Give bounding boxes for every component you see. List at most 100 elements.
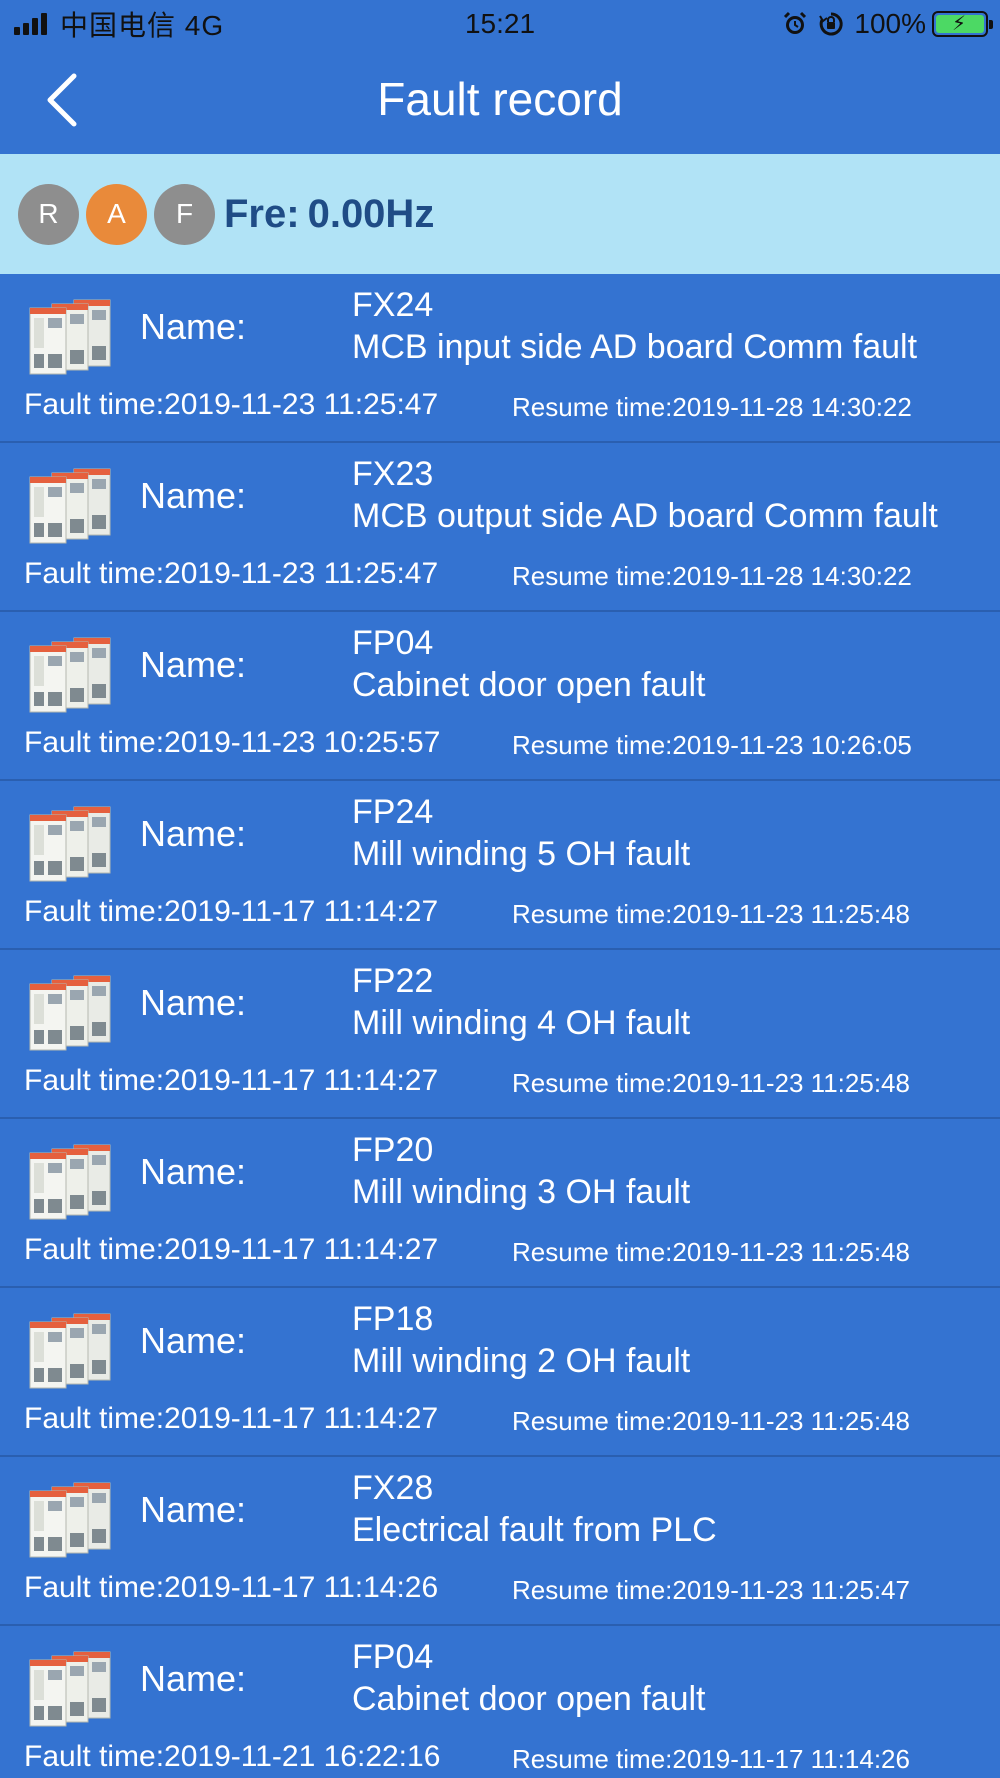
- resume-time: Resume time:2019-11-23 11:25:48: [512, 1068, 910, 1099]
- indicator-f: F: [154, 183, 215, 245]
- resume-time-value: 2019-11-28 14:30:22: [672, 392, 912, 422]
- fault-time: Fault time:2019-11-17 11:14:26: [24, 1571, 438, 1605]
- resume-time: Resume time:2019-11-23 11:25:47: [512, 1575, 910, 1606]
- frequency-label: Fre:: [224, 191, 300, 236]
- fault-time: Fault time:2019-11-17 11:14:27: [24, 1402, 438, 1436]
- fault-time: Fault time:2019-11-23 10:25:57: [24, 726, 440, 760]
- fault-list-item[interactable]: Name: FP20 Mill winding 3 OH fault Fault…: [0, 1119, 1000, 1288]
- fault-time: Fault time:2019-11-17 11:14:27: [24, 1064, 438, 1098]
- fault-time: Fault time:2019-11-23 11:25:47: [24, 557, 438, 591]
- name-label: Name:: [140, 1151, 247, 1192]
- fault-time-label: Fault time:: [24, 1233, 165, 1266]
- fault-code: FX23: [352, 455, 434, 493]
- fault-time-value: 2019-11-17 11:14:26: [164, 1571, 439, 1604]
- name-label: Name:: [140, 813, 247, 854]
- name-label: Name:: [140, 475, 247, 516]
- inverter-cabinet-icon: [29, 806, 111, 882]
- fault-time: Fault time:2019-11-21 16:22:16: [24, 1740, 440, 1774]
- resume-time: Resume time:2019-11-23 11:25:48: [512, 1406, 910, 1437]
- fault-code: FP04: [352, 624, 434, 662]
- fault-time-value: 2019-11-23 10:25:57: [164, 726, 441, 759]
- fault-description: Electrical fault from PLC: [352, 1511, 717, 1549]
- resume-time: Resume time:2019-11-28 14:30:22: [512, 561, 912, 592]
- fault-time: Fault time:2019-11-17 11:14:27: [24, 1233, 438, 1267]
- name-label: Name:: [140, 982, 247, 1023]
- resume-time: Resume time:2019-11-23 11:25:48: [512, 1237, 910, 1268]
- fault-time-value: 2019-11-17 11:14:27: [164, 1233, 439, 1266]
- indicator-a: A: [86, 183, 147, 245]
- inverter-cabinet-icon: [29, 1313, 111, 1389]
- battery-percent: 100%: [854, 8, 926, 39]
- fault-description: Cabinet door open fault: [352, 666, 706, 704]
- resume-time-label: Resume time:: [512, 1575, 673, 1605]
- fault-list-item[interactable]: Name: FP24 Mill winding 5 OH fault Fault…: [0, 781, 1000, 950]
- resume-time: Resume time:2019-11-23 11:25:48: [512, 899, 910, 930]
- fault-description: Mill winding 5 OH fault: [352, 835, 691, 873]
- fault-time-value: 2019-11-23 11:25:47: [164, 557, 439, 590]
- fault-list-item[interactable]: Name: FP18 Mill winding 2 OH fault Fault…: [0, 1288, 1000, 1457]
- name-label: Name:: [140, 1658, 247, 1699]
- inverter-cabinet-icon: [29, 975, 111, 1051]
- fault-list-item[interactable]: Name: FX23 MCB output side AD board Comm…: [0, 443, 1000, 612]
- resume-time: Resume time:2019-11-23 10:26:05: [512, 730, 912, 761]
- fault-description: Mill winding 4 OH fault: [352, 1004, 691, 1042]
- nav-bar: Fault record: [0, 48, 1000, 154]
- inverter-cabinet-icon: [29, 299, 111, 375]
- fault-time-label: Fault time:: [24, 1740, 165, 1773]
- fault-description: Mill winding 3 OH fault: [352, 1173, 691, 1211]
- resume-time: Resume time:2019-11-28 14:30:22: [512, 392, 912, 423]
- status-right: 100% ⚡: [782, 8, 993, 40]
- inverter-cabinet-icon: [29, 468, 111, 544]
- resume-time-value: 2019-11-23 11:25:48: [672, 1237, 910, 1267]
- fault-list-item[interactable]: Name: FP04 Cabinet door open fault Fault…: [0, 1626, 1000, 1778]
- fault-time: Fault time:2019-11-23 11:25:47: [24, 388, 438, 422]
- resume-time: Resume time:2019-11-17 11:14:26: [512, 1744, 910, 1775]
- fault-description: Cabinet door open fault: [352, 1680, 706, 1718]
- fault-code: FP04: [352, 1638, 434, 1676]
- resume-time-value: 2019-11-23 11:25:48: [672, 1068, 910, 1098]
- resume-time-label: Resume time:: [512, 1237, 673, 1267]
- resume-time-value: 2019-11-23 10:26:05: [672, 730, 912, 760]
- fault-list-item[interactable]: Name: FX28 Electrical fault from PLC Fau…: [0, 1457, 1000, 1626]
- fault-code: FP22: [352, 962, 434, 1000]
- resume-time-value: 2019-11-17 11:14:26: [672, 1744, 910, 1774]
- fault-code: FP24: [352, 793, 434, 831]
- fault-time-value: 2019-11-17 11:14:27: [164, 1402, 439, 1435]
- name-label: Name:: [140, 306, 247, 347]
- inverter-cabinet-icon: [29, 637, 111, 713]
- fault-time: Fault time:2019-11-17 11:14:27: [24, 895, 438, 929]
- name-label: Name:: [140, 1489, 247, 1530]
- resume-time-label: Resume time:: [512, 899, 673, 929]
- alarm-icon: [784, 11, 807, 34]
- battery-charging-icon: ⚡: [932, 11, 993, 37]
- resume-time-label: Resume time:: [512, 730, 673, 760]
- fault-time-label: Fault time:: [24, 1064, 165, 1097]
- page-title: Fault record: [377, 73, 623, 125]
- rotation-lock-icon: [819, 12, 844, 36]
- fault-time-value: 2019-11-23 11:25:47: [164, 388, 439, 421]
- fault-code: FP18: [352, 1300, 434, 1338]
- fault-time-label: Fault time:: [24, 895, 165, 928]
- resume-time-label: Resume time:: [512, 561, 673, 591]
- resume-time-label: Resume time:: [512, 1406, 673, 1436]
- fault-list: Name: FX24 MCB input side AD board Comm …: [0, 274, 1000, 1778]
- fault-code: FX28: [352, 1469, 434, 1507]
- fault-list-item[interactable]: Name: FP22 Mill winding 4 OH fault Fault…: [0, 950, 1000, 1119]
- fault-time-label: Fault time:: [24, 1571, 165, 1604]
- indicator-r: R: [18, 183, 79, 245]
- fault-time-value: 2019-11-21 16:22:16: [164, 1740, 441, 1773]
- name-label: Name:: [140, 1320, 247, 1361]
- resume-time-label: Resume time:: [512, 392, 673, 422]
- fault-code: FX24: [352, 286, 434, 324]
- fault-time-value: 2019-11-17 11:14:27: [164, 895, 439, 928]
- resume-time-label: Resume time:: [512, 1068, 673, 1098]
- fault-list-item[interactable]: Name: FX24 MCB input side AD board Comm …: [0, 274, 1000, 443]
- frequency-value: 0.00Hz: [307, 191, 435, 236]
- status-strip: R A F Fre: 0.00Hz: [0, 154, 1000, 274]
- resume-time-value: 2019-11-23 11:25:48: [672, 1406, 910, 1436]
- resume-time-value: 2019-11-23 11:25:47: [672, 1575, 910, 1605]
- resume-time-value: 2019-11-28 14:30:22: [672, 561, 912, 591]
- resume-time-label: Resume time:: [512, 1744, 673, 1774]
- fault-list-item[interactable]: Name: FP04 Cabinet door open fault Fault…: [0, 612, 1000, 781]
- name-label: Name:: [140, 644, 247, 685]
